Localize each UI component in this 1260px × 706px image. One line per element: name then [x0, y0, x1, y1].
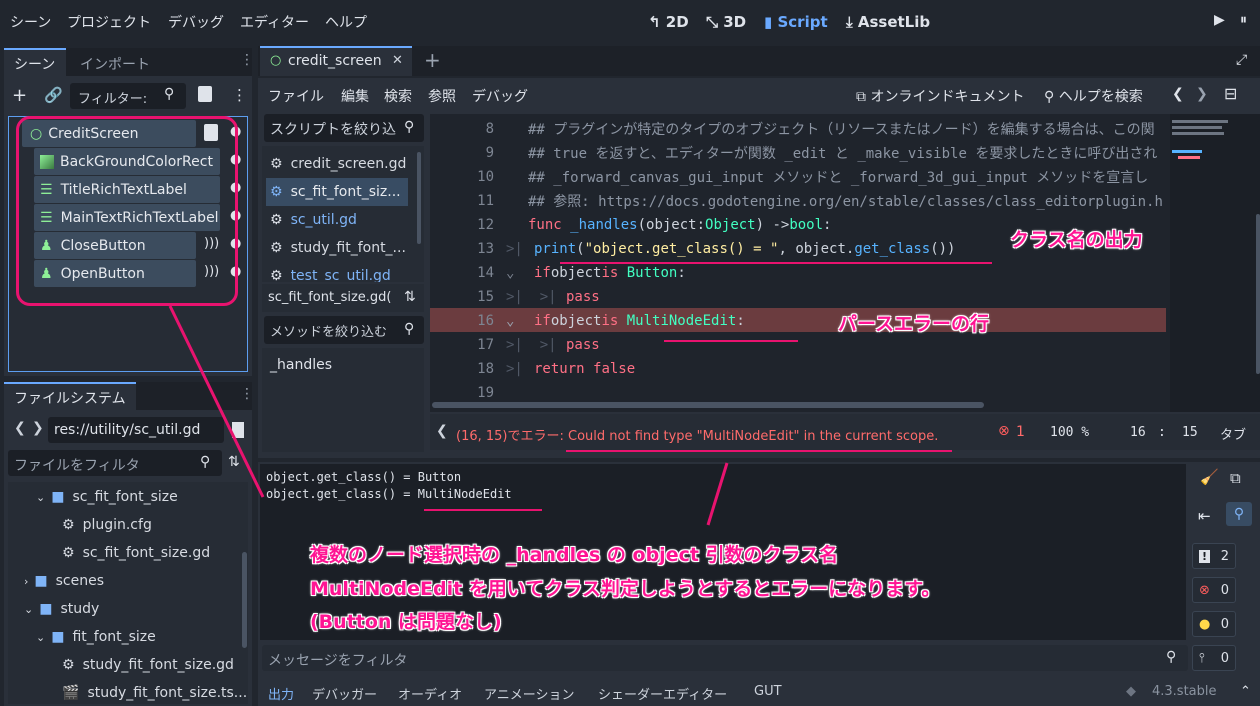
pointer-line-tree	[168, 305, 265, 498]
annotation-explanation-2: MultiNodeEdit を用いてクラス判定しようとするとエラーになります。	[310, 578, 941, 600]
annotation-explanation-3: (Button は問題なし)	[310, 611, 502, 633]
annotation-class-output: クラス名の出力	[1010, 229, 1143, 251]
annotation-explanation-1: 複数のノード選択時の _handles の object 引数のクラス名	[310, 544, 839, 566]
pointer-line-error	[706, 462, 729, 526]
annotation-parse-error-line: パースエラーの行	[838, 313, 990, 335]
